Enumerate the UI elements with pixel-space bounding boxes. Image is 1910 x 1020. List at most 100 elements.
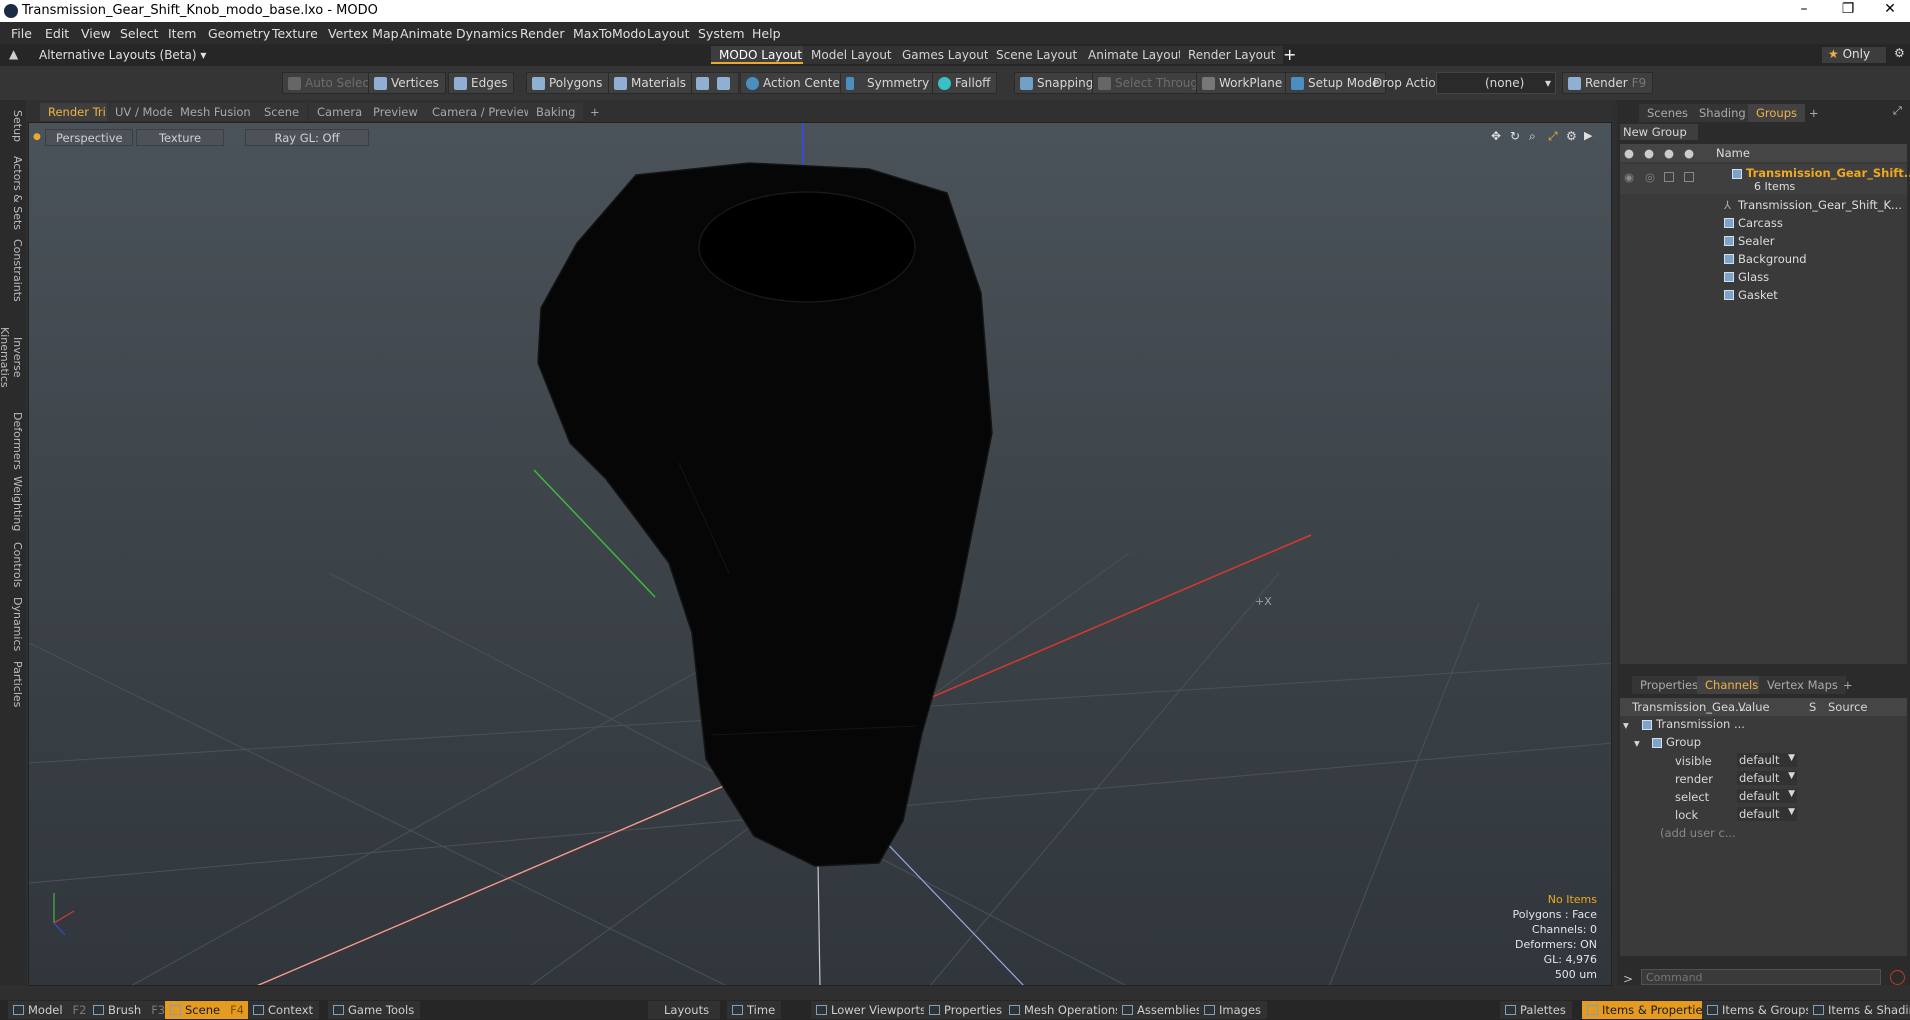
table-row[interactable]: visible default ▼	[1620, 752, 1907, 770]
time-tab[interactable]: Time	[727, 1001, 782, 1019]
viewport-settings-icon[interactable]: ⚙	[1566, 129, 1577, 143]
perspective-dropdown[interactable]: Perspective	[45, 129, 133, 146]
expand-icon[interactable]: ▾	[1623, 718, 1629, 732]
menu-layout[interactable]: Layout	[647, 26, 690, 41]
add-layout-button[interactable]: +	[1283, 45, 1296, 64]
minimize-button[interactable]: –	[1786, 1, 1822, 21]
add-panel-tab-button[interactable]: +	[1801, 104, 1827, 122]
only-button[interactable]: ★ Only	[1822, 47, 1886, 63]
menu-select[interactable]: Select	[120, 26, 159, 41]
tab-properties[interactable]: Properties	[1632, 676, 1707, 694]
tab-deformers[interactable]: Deformers	[2, 412, 24, 470]
tab-dynamics[interactable]: Dynamics	[2, 596, 24, 652]
menu-maxtomodo[interactable]: MaxToModo	[573, 26, 646, 41]
tab-channels[interactable]: Channels	[1697, 676, 1767, 694]
action-center-button[interactable]: Action Center	[740, 72, 852, 94]
polygons-button[interactable]: Polygons	[526, 72, 610, 94]
layouts-tab[interactable]: Layouts	[648, 1001, 720, 1019]
eye-icon[interactable]: ◉	[1624, 170, 1634, 184]
brush-tab[interactable]: Brush F3	[88, 1001, 172, 1019]
tab-scene[interactable]: Scene	[256, 103, 308, 121]
tab-animate-layout[interactable]: Animate Layout	[1080, 46, 1191, 64]
tab-vertex-maps[interactable]: Vertex Maps	[1759, 676, 1846, 694]
render-button[interactable]: Render F9	[1562, 72, 1654, 94]
materials-button[interactable]: Materials	[608, 72, 694, 94]
tab-inverse-kinematics[interactable]: Inverse Kinematics	[0, 308, 24, 406]
channel-value-select[interactable]: default ▼	[1737, 771, 1797, 785]
menu-file[interactable]: File	[11, 26, 32, 41]
snapping-button[interactable]: Snapping	[1014, 72, 1101, 94]
command-input[interactable]	[1641, 969, 1881, 985]
properties-tab[interactable]: Properties	[924, 1001, 1009, 1019]
maximize-view-icon[interactable]: ⤢	[1548, 129, 1558, 144]
context-tab[interactable]: Context	[248, 1001, 320, 1019]
list-item[interactable]: Glass	[1620, 268, 1907, 286]
group-row[interactable]: ◉ ◎ Transmission_Gear_Shift... 6 Items	[1620, 164, 1910, 194]
texture-dropdown[interactable]: Texture	[136, 129, 224, 146]
tab-controls[interactable]: Controls	[2, 540, 24, 590]
game-tools-tab[interactable]: Game Tools	[328, 1001, 421, 1019]
channel-group-row[interactable]: ▾ Group	[1620, 734, 1907, 752]
lower-viewports-tab[interactable]: Lower Viewports	[811, 1001, 932, 1019]
list-item[interactable]: Sealer	[1620, 232, 1907, 250]
menu-animate[interactable]: Animate	[400, 26, 452, 41]
tab-weighting[interactable]: Weighting	[2, 474, 24, 534]
move-view-icon[interactable]: ✥	[1491, 129, 1501, 143]
tab-shading[interactable]: Shading	[1691, 104, 1754, 122]
restore-button[interactable]: ❐	[1830, 1, 1866, 21]
tab-model-layout[interactable]: Model Layout	[803, 46, 900, 64]
channel-root-row[interactable]: ▾ Transmission ...	[1620, 716, 1907, 734]
tab-particles[interactable]: Particles	[2, 658, 24, 710]
3d-viewport[interactable]: +X ● Perspective Texture Ray GL: Off ✥ ↻…	[28, 122, 1612, 986]
viewport-expand-icon[interactable]: ▶	[1584, 129, 1592, 142]
record-icon[interactable]	[1890, 970, 1905, 985]
menu-render[interactable]: Render	[520, 26, 565, 41]
tab-modo-layout[interactable]: MODO Layout	[711, 46, 811, 64]
menu-vertex-map[interactable]: Vertex Map	[328, 26, 399, 41]
menu-help[interactable]: Help	[752, 26, 781, 41]
edges-button[interactable]: Edges	[448, 72, 515, 94]
close-button[interactable]: ✕	[1872, 1, 1908, 21]
menu-system[interactable]: System	[698, 26, 745, 41]
tab-camera-preview[interactable]: Camera / Preview	[424, 103, 542, 121]
expand-icon[interactable]: ▾	[1634, 736, 1640, 750]
images-tab[interactable]: Images	[1199, 1001, 1268, 1019]
table-row[interactable]: lock default ▼	[1620, 806, 1907, 824]
drop-action-select[interactable]: (none) ▾	[1436, 72, 1556, 94]
tab-mesh-fusion[interactable]: Mesh Fusion	[172, 103, 259, 121]
select-through-button[interactable]: Select Through	[1092, 72, 1213, 94]
tab-baking[interactable]: Baking	[528, 103, 584, 121]
menu-item[interactable]: Item	[168, 26, 196, 41]
list-item[interactable]: Carcass	[1620, 214, 1907, 232]
table-row[interactable]: select default ▼	[1620, 788, 1907, 806]
falloff-button[interactable]: Falloff	[932, 72, 998, 94]
menu-dynamics[interactable]: Dynamics	[456, 26, 518, 41]
menu-geometry[interactable]: Geometry	[208, 26, 270, 41]
layouts-toggle-icon[interactable]: ▲	[9, 47, 18, 61]
add-tab-button[interactable]: +	[582, 103, 608, 121]
tab-preview[interactable]: Preview	[365, 103, 426, 121]
table-row[interactable]: render default ▼	[1620, 770, 1907, 788]
tab-groups[interactable]: Groups	[1748, 104, 1806, 122]
tab-scenes[interactable]: Scenes	[1639, 104, 1697, 122]
channel-value-select[interactable]: default ▼	[1737, 753, 1797, 767]
tab-camera[interactable]: Camera	[309, 103, 371, 121]
tab-setup[interactable]: Setup	[2, 108, 24, 144]
panel-maximize-icon[interactable]: ⤢	[1893, 104, 1902, 118]
vertices-button[interactable]: Vertices	[368, 72, 446, 94]
ray-gl-toggle[interactable]: Ray GL: Off	[245, 129, 369, 146]
scene-tab[interactable]: Scene F4	[165, 1001, 250, 1019]
new-group-button[interactable]: New Group	[1620, 124, 1698, 140]
setup-mode-button[interactable]: Setup Mode	[1285, 72, 1387, 94]
add-panel-tab-button[interactable]: +	[1835, 676, 1861, 694]
gear-icon[interactable]: ⚙	[1894, 46, 1905, 60]
select-checkbox[interactable]	[1684, 172, 1694, 182]
list-item[interactable]: ⅄ Transmission_Gear_Shift_K...	[1620, 196, 1907, 214]
menu-edit[interactable]: Edit	[45, 26, 69, 41]
items-properties-tab[interactable]: Items & Properties	[1582, 1001, 1715, 1019]
auto-select-button[interactable]: Auto Select	[282, 72, 381, 94]
channel-value-select[interactable]: default ▼	[1737, 807, 1797, 821]
alternative-layouts-dropdown[interactable]: Alternative Layouts (Beta) ▾	[39, 48, 206, 62]
add-user-channel-row[interactable]: (add user c...	[1620, 824, 1907, 842]
lock-checkbox[interactable]	[1664, 172, 1674, 182]
